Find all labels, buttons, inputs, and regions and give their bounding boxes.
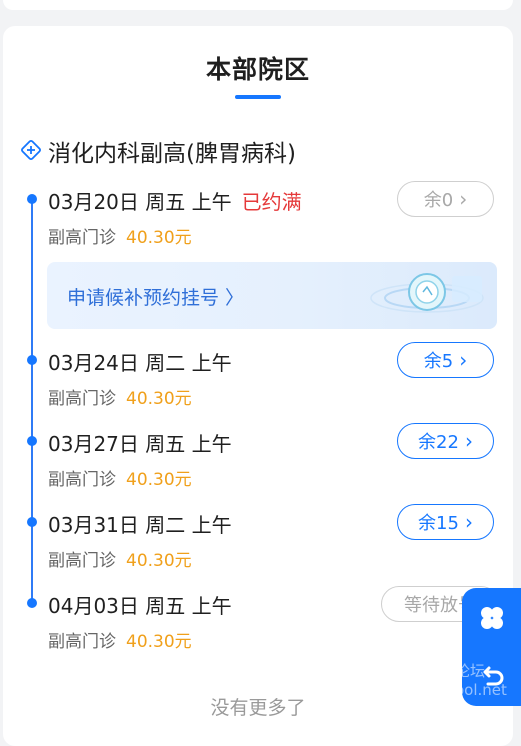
remaining-label: 余5	[423, 351, 454, 372]
slot-date-text: 04月03日	[48, 594, 139, 618]
slot-weekday: 周五	[145, 594, 186, 618]
timeline-dot	[27, 517, 37, 527]
remaining-button[interactable]: 余5 ›	[397, 342, 494, 378]
slot-date-text: 03月24日	[48, 351, 139, 375]
slot-period: 上午	[191, 594, 232, 618]
slot-price: 40.30元	[126, 389, 192, 409]
slot-weekday: 周二	[145, 351, 186, 375]
timeline-line	[31, 199, 33, 604]
slot-date-text: 03月31日	[48, 513, 139, 537]
slot-period: 上午	[191, 432, 232, 456]
remaining-label: 余15	[418, 513, 459, 534]
slot-type: 副高门诊	[48, 551, 116, 571]
campus-tab-title[interactable]: 本部院区	[0, 50, 516, 86]
slot-date-text: 03月27日	[48, 432, 139, 456]
chevron-right-icon: ›	[459, 187, 468, 211]
slot-date: 03月24日 周二 上午	[48, 347, 232, 376]
previous-card-edge	[3, 0, 513, 10]
remaining-button[interactable]: 余0 ›	[397, 181, 494, 217]
chevron-right-icon: ›	[464, 429, 473, 453]
slot-type: 副高门诊	[48, 389, 116, 409]
slot-weekday: 周五	[145, 432, 186, 456]
slot-price: 40.30元	[126, 551, 192, 571]
plus-diamond-icon	[21, 140, 41, 160]
slot-type: 副高门诊	[48, 228, 116, 248]
timeline-dot	[27, 355, 37, 365]
slot-period: 上午	[191, 351, 232, 375]
slot-info: 副高门诊 40.30元	[48, 465, 192, 490]
clover-icon	[480, 606, 503, 629]
slot-price: 40.30元	[126, 470, 192, 490]
slot-date: 03月27日 周五 上午	[48, 428, 232, 457]
waitlist-banner[interactable]: 申请候补预约挂号 〉	[47, 262, 497, 329]
slot-info: 副高门诊 40.30元	[48, 546, 192, 571]
calendar-illustration-icon	[370, 273, 484, 313]
slot-date-text: 03月20日	[48, 190, 139, 214]
watermark: 论坛 ool.net	[455, 662, 507, 699]
slot-weekday: 周五	[145, 190, 186, 214]
remaining-label: 余0	[423, 190, 454, 211]
slot-info: 副高门诊 40.30元	[48, 223, 192, 248]
no-more-text: 没有更多了	[210, 697, 306, 719]
slot-type: 副高门诊	[48, 470, 116, 490]
remaining-label: 余22	[418, 432, 459, 453]
timeline-dot	[27, 194, 37, 204]
chevron-right-icon: ›	[464, 510, 473, 534]
campus-tab-indicator	[235, 95, 281, 99]
slot-date: 04月03日 周五 上午	[48, 590, 232, 619]
slot-full-status: 已约满	[241, 190, 302, 214]
timeline-dot	[27, 598, 37, 608]
chevron-right-icon: ›	[459, 348, 468, 372]
remaining-button[interactable]: 余22 ›	[397, 423, 494, 459]
slot-info: 副高门诊 40.30元	[48, 627, 192, 652]
slot-period: 上午	[191, 190, 232, 214]
slot-price: 40.30元	[126, 632, 192, 652]
slot-date: 03月31日 周二 上午	[48, 509, 232, 538]
clover-button[interactable]	[462, 588, 521, 647]
slot-price: 40.30元	[126, 228, 192, 248]
slot-weekday: 周二	[145, 513, 186, 537]
remaining-button[interactable]: 余15 ›	[397, 504, 494, 540]
slot-date: 03月20日 周五 上午 已约满	[48, 186, 302, 215]
slot-type: 副高门诊	[48, 632, 116, 652]
waitlist-label: 申请候补预约挂号 〉	[67, 287, 245, 309]
slot-info: 副高门诊 40.30元	[48, 384, 192, 409]
department-name: 消化内科副高(脾胃病科)	[48, 141, 296, 167]
slot-period: 上午	[191, 513, 232, 537]
timeline-dot	[27, 436, 37, 446]
